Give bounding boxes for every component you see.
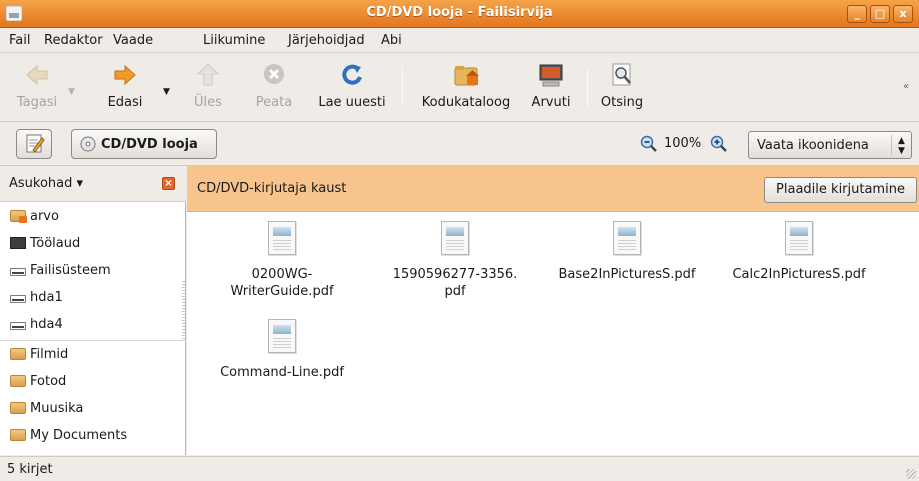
banner-text: CD/DVD-kirjutaja kaust (197, 181, 347, 196)
forward-arrow-icon (111, 61, 139, 89)
path-button-cd-dvd[interactable]: CD/DVD looja (71, 129, 217, 159)
folder-icon (10, 429, 26, 441)
toolbar: Tagasi ▼ Edasi ▼ Üles Peata Lae uuesti K… (0, 52, 919, 122)
back-arrow-icon (23, 61, 51, 89)
sidebar-item-fotod[interactable]: Fotod (10, 371, 66, 391)
stop-button[interactable]: Peata (249, 61, 299, 110)
sidebar-item-arvo[interactable]: arvo (10, 206, 59, 226)
sidebar-item-hda1[interactable]: hda1 (10, 287, 63, 307)
home-folder-icon (10, 210, 27, 223)
window-title: CD/DVD looja - Failisirvija (366, 5, 553, 20)
sidebar: Asukohad ▾ × arvo Töölaud Failisüsteem h… (0, 166, 186, 455)
folder-icon (10, 348, 26, 360)
maximize-button[interactable]: □ (870, 5, 890, 23)
status-text: 5 kirjet (7, 462, 53, 477)
sidebar-item-my-documents[interactable]: My Documents (10, 425, 127, 445)
stop-icon (260, 61, 288, 89)
pdf-file-icon (268, 319, 296, 353)
write-to-disc-button[interactable]: Plaadile kirjutamine (764, 177, 917, 203)
view-mode-select[interactable]: Vaata ikoonidena ▲ ▼ (748, 131, 912, 159)
zoom-in-icon[interactable] (710, 135, 728, 153)
file-view[interactable]: CD/DVD-kirjutaja kaust Plaadile kirjutam… (187, 166, 919, 455)
menu-redaktor[interactable]: Redaktor (44, 33, 103, 48)
toolbar-separator (402, 67, 403, 107)
sidebar-item-hda4[interactable]: hda4 (10, 314, 63, 334)
file-item[interactable]: 0200WG- WriterGuide.pdf (202, 221, 362, 300)
drive-icon (10, 295, 26, 303)
view-mode-value: Vaata ikoonidena (757, 137, 869, 153)
pdf-file-icon (268, 221, 296, 255)
computer-button[interactable]: Arvuti (526, 61, 576, 110)
toolbar-separator (587, 67, 588, 107)
forward-history-dropdown-icon[interactable]: ▼ (163, 87, 170, 97)
reload-icon (338, 61, 366, 89)
computer-icon (537, 61, 565, 89)
folder-icon (10, 375, 26, 387)
minimize-button[interactable]: _ (847, 5, 867, 23)
pdf-file-icon (613, 221, 641, 255)
file-item[interactable]: 1590596277-3356. pdf (375, 221, 535, 300)
sidebar-item-filmid[interactable]: Filmid (10, 344, 68, 364)
path-button-label: CD/DVD looja (101, 136, 198, 152)
menu-liikumine[interactable]: Liikumine (203, 33, 265, 48)
sidebar-item-toolaud[interactable]: Töölaud (10, 233, 80, 253)
zoom-out-icon[interactable] (640, 135, 658, 153)
cd-icon (80, 136, 96, 152)
close-button[interactable]: x (893, 5, 913, 23)
select-arrows-icon: ▲ ▼ (891, 135, 911, 156)
pane-resize-handle[interactable] (182, 281, 185, 341)
search-icon (608, 61, 636, 89)
file-item[interactable]: Calc2InPicturesS.pdf (719, 221, 879, 283)
menu-fail[interactable]: Fail (9, 33, 30, 48)
sidebar-header: Asukohad ▾ × (0, 166, 186, 202)
drive-icon (10, 322, 26, 330)
menu-abi[interactable]: Abi (381, 33, 402, 48)
file-item[interactable]: Command-Line.pdf (202, 319, 362, 381)
drive-icon (10, 268, 26, 276)
resize-grip-icon[interactable] (906, 469, 916, 479)
title-bar[interactable]: CD/DVD looja - Failisirvija _ □ x (0, 0, 919, 28)
close-sidebar-icon[interactable]: × (162, 177, 175, 190)
cd-writer-banner: CD/DVD-kirjutaja kaust Plaadile kirjutam… (187, 166, 919, 212)
up-arrow-icon (194, 61, 222, 89)
sidebar-divider (0, 340, 186, 341)
edit-location-icon (26, 134, 45, 153)
pdf-file-icon (441, 221, 469, 255)
back-history-dropdown-icon[interactable]: ▼ (68, 87, 75, 97)
home-button[interactable]: Kodukataloog (414, 61, 518, 110)
sidebar-places-dropdown[interactable]: Asukohad ▾ (9, 176, 83, 191)
home-folder-icon (452, 61, 480, 89)
up-button[interactable]: Üles (188, 61, 228, 110)
menu-vaade[interactable]: Vaade (113, 33, 153, 48)
status-bar: 5 kirjet (0, 456, 919, 481)
reload-button[interactable]: Lae uuesti (312, 61, 392, 110)
toggle-location-entry-button[interactable] (16, 129, 52, 159)
location-bar: CD/DVD looja 100% Vaata ikoonidena ▲ ▼ (0, 122, 919, 166)
menu-jarjehoidjad[interactable]: Järjehoidjad (288, 33, 365, 48)
zoom-level[interactable]: 100% (664, 136, 701, 151)
pdf-file-icon (785, 221, 813, 255)
forward-button[interactable]: Edasi (100, 61, 150, 110)
sidebar-item-muusika[interactable]: Muusika (10, 398, 83, 418)
search-button[interactable]: Otsing (598, 61, 646, 110)
folder-icon (10, 402, 26, 414)
sidebar-item-failisusteem[interactable]: Failisüsteem (10, 260, 111, 280)
back-button[interactable]: Tagasi (12, 61, 62, 110)
menubar: Fail Redaktor Vaade Liikumine Järjehoidj… (0, 28, 919, 52)
desktop-icon (10, 237, 26, 249)
toolbar-overflow-icon[interactable]: « (903, 81, 909, 92)
file-item[interactable]: Base2InPicturesS.pdf (547, 221, 707, 283)
